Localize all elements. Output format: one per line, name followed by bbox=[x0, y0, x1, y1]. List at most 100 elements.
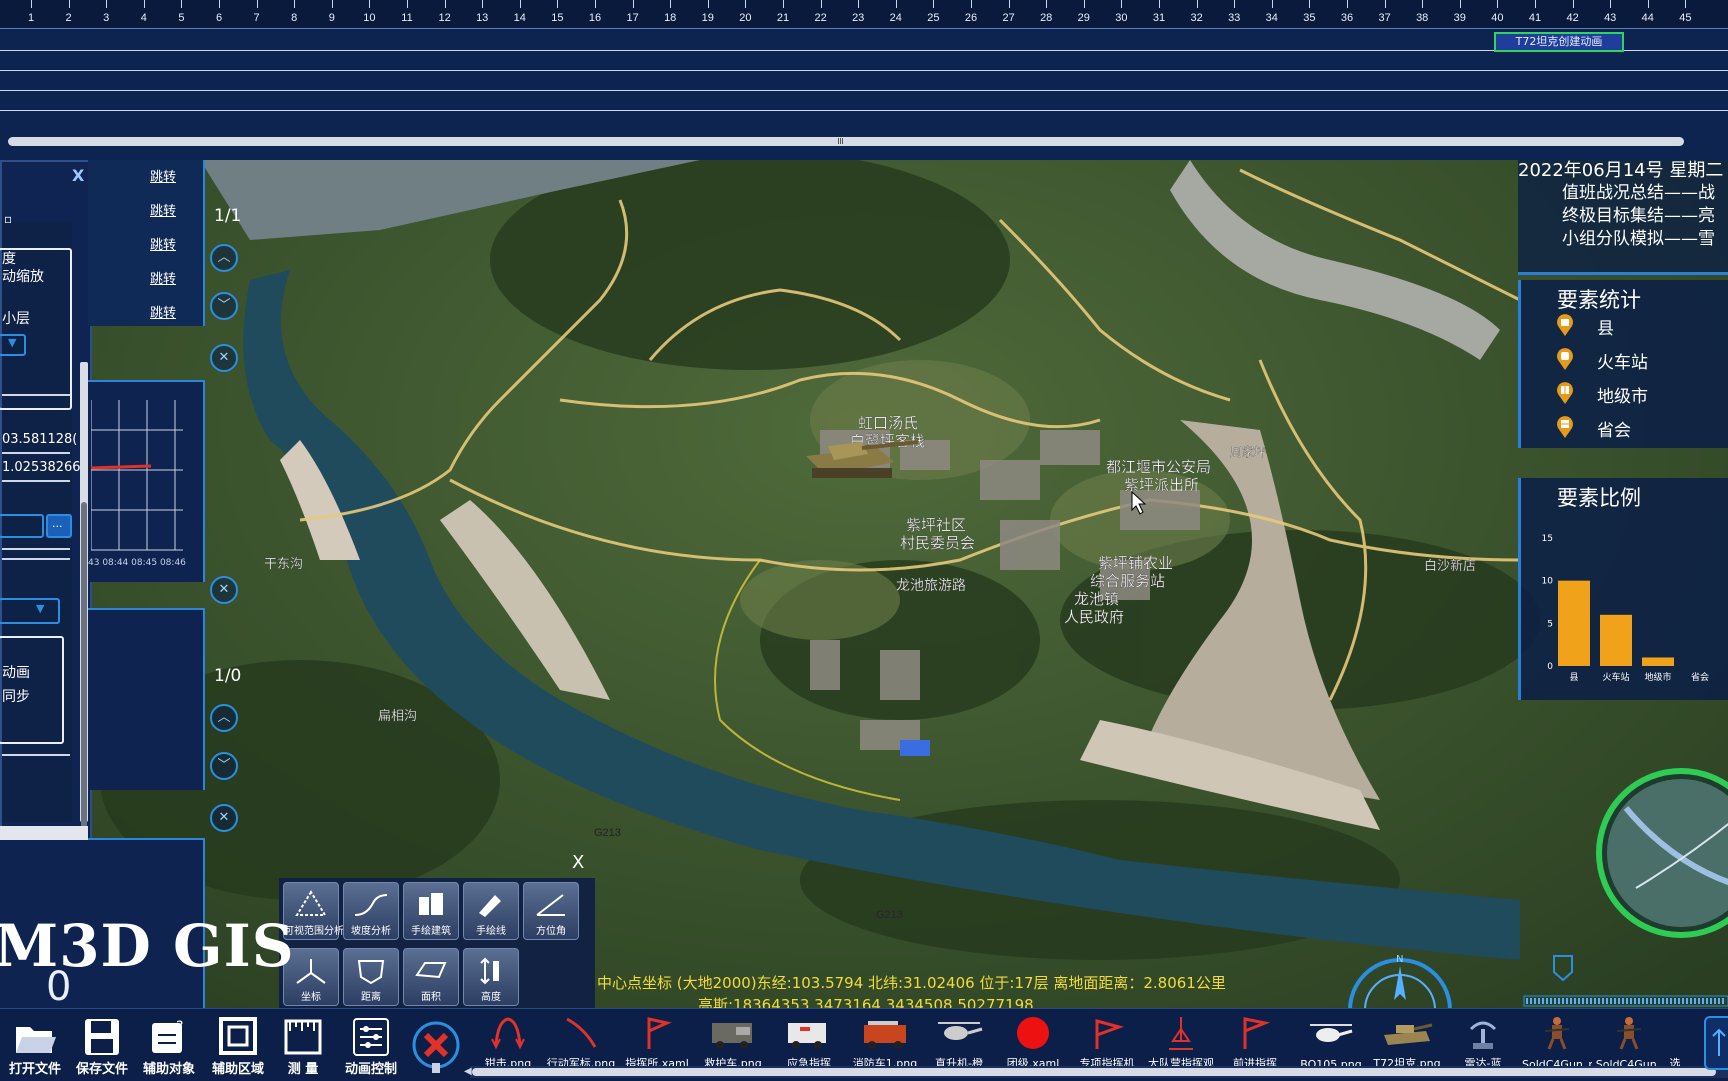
timeline-scrollbar[interactable] bbox=[8, 137, 1684, 146]
draw-building-button[interactable]: 手绘建筑 bbox=[403, 882, 459, 940]
schedule-item[interactable]: 小组分队模拟——雪 bbox=[1562, 224, 1715, 249]
ruler-label: 36 bbox=[1340, 12, 1354, 24]
ruler-label: 21 bbox=[776, 12, 790, 24]
ruler-label: 32 bbox=[1190, 12, 1203, 24]
distance-icon bbox=[357, 960, 385, 985]
ruler-tick bbox=[1459, 0, 1461, 8]
slope-analysis-button[interactable]: 坡度分析 bbox=[343, 882, 399, 940]
x-tick-label: 火车站 bbox=[1602, 671, 1629, 683]
area-button[interactable]: 面积 bbox=[403, 948, 459, 1006]
delete-button[interactable] bbox=[404, 1013, 468, 1079]
close-button[interactable]: ✕ bbox=[210, 344, 238, 372]
hud-tick bbox=[1646, 998, 1648, 1004]
ruler-tick bbox=[1610, 0, 1612, 8]
hud-tick bbox=[1694, 998, 1696, 1004]
longitude-field[interactable]: 03.581128( bbox=[2, 432, 77, 447]
timeline-track[interactable] bbox=[0, 50, 1728, 51]
line-chart bbox=[91, 400, 183, 551]
helper-objects-button[interactable]: ? 辅助对象 bbox=[136, 1013, 202, 1079]
axes-icon bbox=[296, 959, 326, 984]
close-icon[interactable]: X bbox=[72, 166, 84, 185]
ruler-label: 14 bbox=[513, 12, 526, 24]
timeline-ruler[interactable]: 1 2 3 4 5 6 7 8 9 10 11 12 13 14 15 16 17 18 19 20 21 22 23 24 2… bbox=[0, 0, 1728, 29]
action-arrow-icon bbox=[566, 1017, 597, 1048]
hud-tick bbox=[1630, 998, 1632, 1004]
timeline-track[interactable] bbox=[0, 70, 1728, 71]
hud-tick bbox=[1690, 998, 1692, 1004]
soldier-icon bbox=[1544, 1017, 1570, 1050]
page-indicator: 1/0 bbox=[214, 666, 242, 686]
ruler-tick bbox=[557, 0, 559, 8]
jump-link[interactable]: 跳转 bbox=[150, 268, 176, 287]
ruler-tick bbox=[31, 0, 32, 8]
ruler-label: 4 bbox=[140, 12, 147, 24]
measure-button[interactable]: 测 量 bbox=[272, 1013, 334, 1079]
bar bbox=[1642, 657, 1674, 666]
center-coordinate-status: 中心点坐标 (大地2000)东经:103.5794 北纬:31.02406 位于… bbox=[597, 974, 1226, 992]
height-button[interactable]: 高度 bbox=[463, 948, 519, 1006]
hud-tick bbox=[1594, 998, 1596, 1004]
compass-icon[interactable]: N bbox=[1340, 950, 1460, 1010]
page-up-button[interactable]: ︿ bbox=[210, 244, 238, 272]
emergency-vehicle-icon bbox=[788, 1023, 826, 1049]
height-icon bbox=[480, 957, 499, 985]
panel-scrollbar-thumb[interactable] bbox=[81, 502, 87, 842]
jump-link[interactable]: 跳转 bbox=[150, 234, 176, 253]
hud-tick bbox=[1622, 998, 1624, 1004]
save-file-button[interactable]: 保存文件 bbox=[70, 1013, 134, 1079]
panel-horizontal-scrollbar[interactable] bbox=[0, 826, 88, 840]
scroll-left-icon[interactable]: ◀ bbox=[464, 1066, 472, 1077]
browse-button[interactable]: ... bbox=[46, 514, 72, 538]
close-button[interactable]: ✕ bbox=[210, 576, 238, 604]
helper-area-button[interactable]: 辅助区域 bbox=[206, 1013, 270, 1079]
ruler-tick bbox=[444, 0, 446, 8]
mode-dropdown[interactable]: ▼ bbox=[0, 598, 60, 624]
feature-stats-panel: 要素统计 县 火车站 地级市 省会 bbox=[1518, 280, 1728, 448]
page-down-button[interactable]: ﹀ bbox=[210, 292, 238, 320]
sliders-icon bbox=[353, 1018, 389, 1056]
timeline-track[interactable] bbox=[0, 90, 1728, 91]
hud-tick bbox=[1698, 998, 1700, 1004]
page-down-button[interactable]: ﹀ bbox=[210, 752, 238, 780]
close-button[interactable]: ✕ bbox=[210, 804, 238, 832]
jump-link[interactable]: 跳转 bbox=[150, 200, 176, 219]
animation-timeline[interactable]: 1 2 3 4 5 6 7 8 9 10 11 12 13 14 15 16 17 18 19 20 21 22 23 24 2… bbox=[0, 0, 1728, 160]
grip-icon bbox=[838, 138, 843, 144]
timeline-track[interactable] bbox=[0, 110, 1728, 111]
ruler-label: 9 bbox=[328, 12, 335, 24]
toolbar-scrollbar[interactable] bbox=[472, 1068, 1716, 1076]
close-icon[interactable]: X bbox=[572, 852, 584, 873]
ruler-label: 26 bbox=[964, 12, 978, 24]
hud-tick bbox=[1658, 998, 1660, 1004]
upload-side-button[interactable] bbox=[1704, 1016, 1728, 1070]
ruler-tick bbox=[1309, 0, 1311, 8]
capital-pin-icon bbox=[1557, 416, 1573, 438]
animation-control-button[interactable]: 动画控制 bbox=[334, 1013, 408, 1079]
divider bbox=[2, 452, 70, 454]
ruler-tick bbox=[595, 0, 596, 8]
map-label: G213 bbox=[876, 909, 903, 921]
ruler-label: 20 bbox=[739, 12, 752, 24]
ruler-tick bbox=[895, 0, 897, 8]
hud-tick bbox=[1674, 998, 1676, 1004]
overview-minimap[interactable] bbox=[1596, 768, 1728, 938]
page-up-button[interactable]: ︿ bbox=[210, 704, 238, 732]
layer-dropdown[interactable]: ▼ bbox=[0, 334, 26, 356]
panel-tab[interactable]: ▫ bbox=[4, 212, 12, 226]
open-file-button[interactable]: 打开文件 bbox=[0, 1013, 70, 1079]
draw-line-button[interactable]: 手绘线 bbox=[463, 882, 519, 940]
path-input[interactable] bbox=[0, 514, 44, 538]
jump-link[interactable]: 跳转 bbox=[150, 302, 176, 321]
azimuth-button[interactable]: 方位角 bbox=[523, 882, 579, 940]
latitude-field[interactable]: 1.02538266 bbox=[2, 460, 81, 475]
schedule-item[interactable]: 终极目标集结——亮 bbox=[1562, 201, 1715, 226]
distance-button[interactable]: 距离 bbox=[343, 948, 399, 1006]
divider bbox=[2, 754, 70, 756]
ruler-label: 15 bbox=[551, 12, 564, 24]
x-tick-label: 县 bbox=[1569, 672, 1578, 683]
timeline-clip[interactable]: T72坦克创建动画 bbox=[1494, 32, 1624, 52]
ruler-tick bbox=[783, 0, 784, 8]
option-label: 度 bbox=[2, 251, 16, 267]
chart-series-line bbox=[91, 464, 152, 470]
jump-link[interactable]: 跳转 bbox=[150, 166, 176, 185]
